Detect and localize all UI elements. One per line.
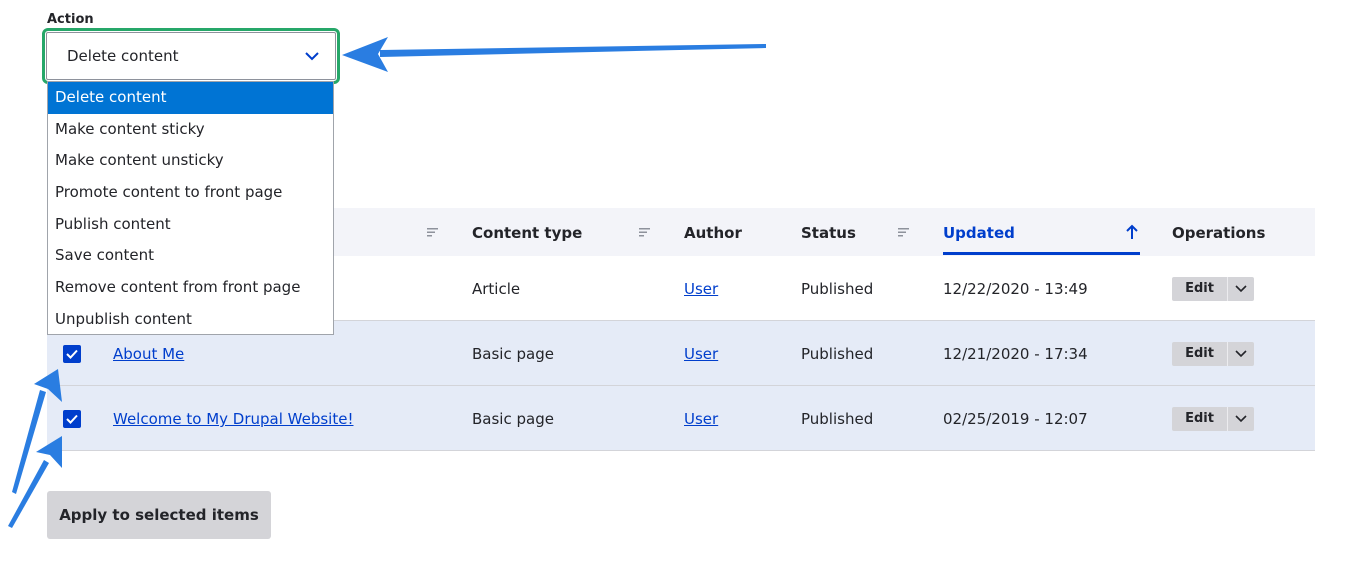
edit-button[interactable]: Edit bbox=[1172, 342, 1228, 366]
action-dropdown-list: Delete content Make content sticky Make … bbox=[47, 81, 334, 335]
active-sort-indicator bbox=[943, 252, 1140, 255]
sort-icon[interactable] bbox=[639, 227, 651, 237]
apply-to-selected-items-button[interactable]: Apply to selected items bbox=[47, 491, 271, 539]
option-make-content-sticky[interactable]: Make content sticky bbox=[48, 114, 333, 146]
operations-toggle-button[interactable] bbox=[1228, 407, 1254, 431]
column-header-author: Author bbox=[684, 224, 742, 242]
row-content-type: Article bbox=[472, 280, 521, 298]
option-make-content-unsticky[interactable]: Make content unsticky bbox=[48, 145, 333, 177]
column-header-content-type[interactable]: Content type bbox=[472, 208, 582, 256]
action-select[interactable]: Delete content bbox=[46, 32, 336, 80]
option-promote-to-front-page[interactable]: Promote content to front page bbox=[48, 177, 333, 209]
row-content-type: Basic page bbox=[472, 410, 554, 428]
operations-dropbutton: Edit bbox=[1172, 277, 1254, 301]
annotation-arrow-icon bbox=[342, 37, 766, 72]
row-status: Published bbox=[801, 345, 874, 363]
row-updated: 12/22/2020 - 13:49 bbox=[943, 280, 1088, 298]
row-updated: 12/21/2020 - 17:34 bbox=[943, 345, 1088, 363]
row-author-link[interactable]: User bbox=[684, 256, 718, 321]
row-status: Published bbox=[801, 280, 874, 298]
sort-icon[interactable] bbox=[427, 227, 439, 237]
row-status: Published bbox=[801, 410, 874, 428]
action-select-value: Delete content bbox=[67, 47, 179, 65]
row-updated: 02/25/2019 - 12:07 bbox=[943, 410, 1088, 428]
chevron-down-icon bbox=[305, 52, 319, 61]
option-delete-content[interactable]: Delete content bbox=[48, 82, 333, 114]
table-row: Welcome to My Drupal Website! Basic page… bbox=[47, 386, 1315, 451]
chevron-down-icon bbox=[1235, 285, 1247, 293]
checkmark-icon bbox=[66, 414, 78, 424]
checkmark-icon bbox=[66, 349, 78, 359]
option-save-content[interactable]: Save content bbox=[48, 240, 333, 272]
option-publish-content[interactable]: Publish content bbox=[48, 209, 333, 241]
option-unpublish-content[interactable]: Unpublish content bbox=[48, 304, 333, 336]
column-header-operations: Operations bbox=[1172, 224, 1266, 242]
action-label: Action bbox=[47, 12, 94, 27]
chevron-down-icon bbox=[1235, 350, 1247, 358]
edit-button[interactable]: Edit bbox=[1172, 407, 1228, 431]
option-remove-from-front-page[interactable]: Remove content from front page bbox=[48, 272, 333, 304]
row-author-link[interactable]: User bbox=[684, 321, 718, 386]
operations-toggle-button[interactable] bbox=[1228, 277, 1254, 301]
row-checkbox[interactable] bbox=[63, 345, 81, 363]
edit-button[interactable]: Edit bbox=[1172, 277, 1228, 301]
row-author-link[interactable]: User bbox=[684, 386, 718, 451]
operations-dropbutton: Edit bbox=[1172, 407, 1254, 431]
row-title-link[interactable]: Welcome to My Drupal Website! bbox=[113, 386, 353, 451]
arrow-up-icon[interactable] bbox=[1125, 224, 1139, 240]
operations-toggle-button[interactable] bbox=[1228, 342, 1254, 366]
row-checkbox[interactable] bbox=[63, 410, 81, 428]
sort-icon[interactable] bbox=[898, 227, 910, 237]
operations-dropbutton: Edit bbox=[1172, 342, 1254, 366]
row-content-type: Basic page bbox=[472, 345, 554, 363]
column-header-updated[interactable]: Updated bbox=[943, 208, 1015, 256]
column-header-status[interactable]: Status bbox=[801, 208, 856, 256]
chevron-down-icon bbox=[1235, 415, 1247, 423]
